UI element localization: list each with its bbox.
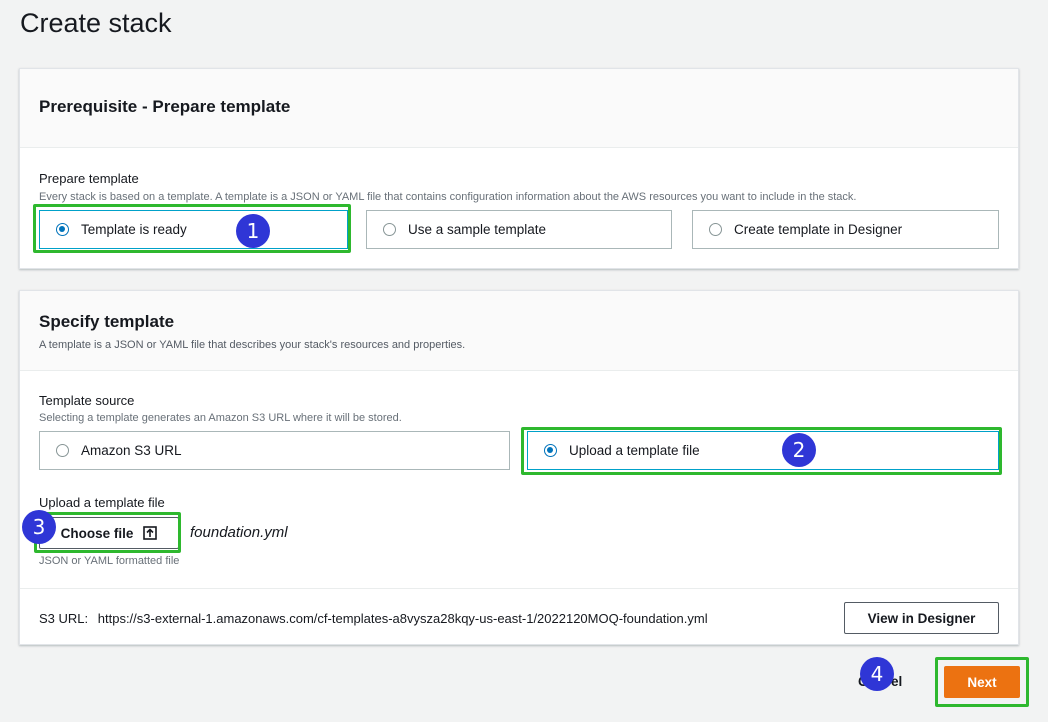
step-badge-1: 1: [236, 214, 270, 248]
prerequisite-panel-header: Prerequisite - Prepare template: [20, 69, 1018, 148]
upload-icon: [143, 526, 158, 540]
option-template-is-ready[interactable]: Template is ready: [39, 210, 348, 249]
choose-file-label: Choose file: [60, 525, 134, 541]
option-use-sample-template[interactable]: Use a sample template: [366, 210, 672, 249]
option-amazon-s3-url[interactable]: Amazon S3 URL: [39, 431, 510, 470]
step-badge-4: 4: [860, 657, 894, 691]
specify-template-desc: A template is a JSON or YAML file that d…: [39, 339, 466, 351]
radio-use-sample-template[interactable]: [383, 223, 396, 236]
prerequisite-panel: Prerequisite - Prepare template Prepare …: [19, 68, 1019, 269]
choose-file-button[interactable]: Choose file: [39, 517, 179, 549]
s3-url-value: https://s3-external-1.amazonaws.com/cf-t…: [97, 611, 708, 626]
step-badge-2: 2: [782, 433, 816, 467]
prerequisite-panel-title: Prerequisite - Prepare template: [39, 97, 291, 116]
option-upload-template-file-label: Upload a template file: [569, 443, 700, 458]
option-use-sample-template-label: Use a sample template: [408, 222, 547, 237]
step-badge-3: 3: [22, 510, 56, 544]
option-create-in-designer-label: Create template in Designer: [734, 222, 903, 237]
next-button[interactable]: Next: [944, 666, 1020, 698]
s3-url-row: S3 URL: https://s3-external-1.amazonaws.…: [39, 611, 708, 626]
view-in-designer-button[interactable]: View in Designer: [844, 602, 999, 634]
s3-url-label: S3 URL:: [39, 611, 89, 626]
template-source-desc: Selecting a template generates an Amazon…: [39, 412, 402, 424]
radio-create-in-designer[interactable]: [709, 223, 722, 236]
prepare-template-label: Prepare template: [39, 171, 139, 186]
prepare-template-desc: Every stack is based on a template. A te…: [39, 191, 857, 203]
specify-template-title: Specify template: [39, 312, 175, 331]
selected-file-name: foundation.yml: [190, 524, 288, 541]
upload-hint: JSON or YAML formatted file: [39, 555, 180, 567]
option-upload-template-file[interactable]: Upload a template file: [527, 431, 999, 470]
page-title: Create stack: [20, 8, 172, 38]
radio-amazon-s3-url[interactable]: [56, 444, 69, 457]
next-button-label: Next: [967, 674, 997, 690]
specify-template-panel-header: Specify template A template is a JSON or…: [20, 291, 1018, 371]
view-in-designer-label: View in Designer: [867, 610, 976, 626]
radio-upload-template-file[interactable]: [544, 444, 557, 457]
option-amazon-s3-url-label: Amazon S3 URL: [81, 443, 182, 458]
specify-template-panel: Specify template A template is a JSON or…: [19, 290, 1019, 645]
option-create-in-designer[interactable]: Create template in Designer: [692, 210, 999, 249]
option-template-is-ready-label: Template is ready: [81, 222, 187, 237]
template-source-label: Template source: [39, 393, 135, 408]
radio-template-is-ready[interactable]: [56, 223, 69, 236]
upload-template-file-label: Upload a template file: [39, 495, 165, 510]
s3-url-divider: [20, 588, 1018, 589]
